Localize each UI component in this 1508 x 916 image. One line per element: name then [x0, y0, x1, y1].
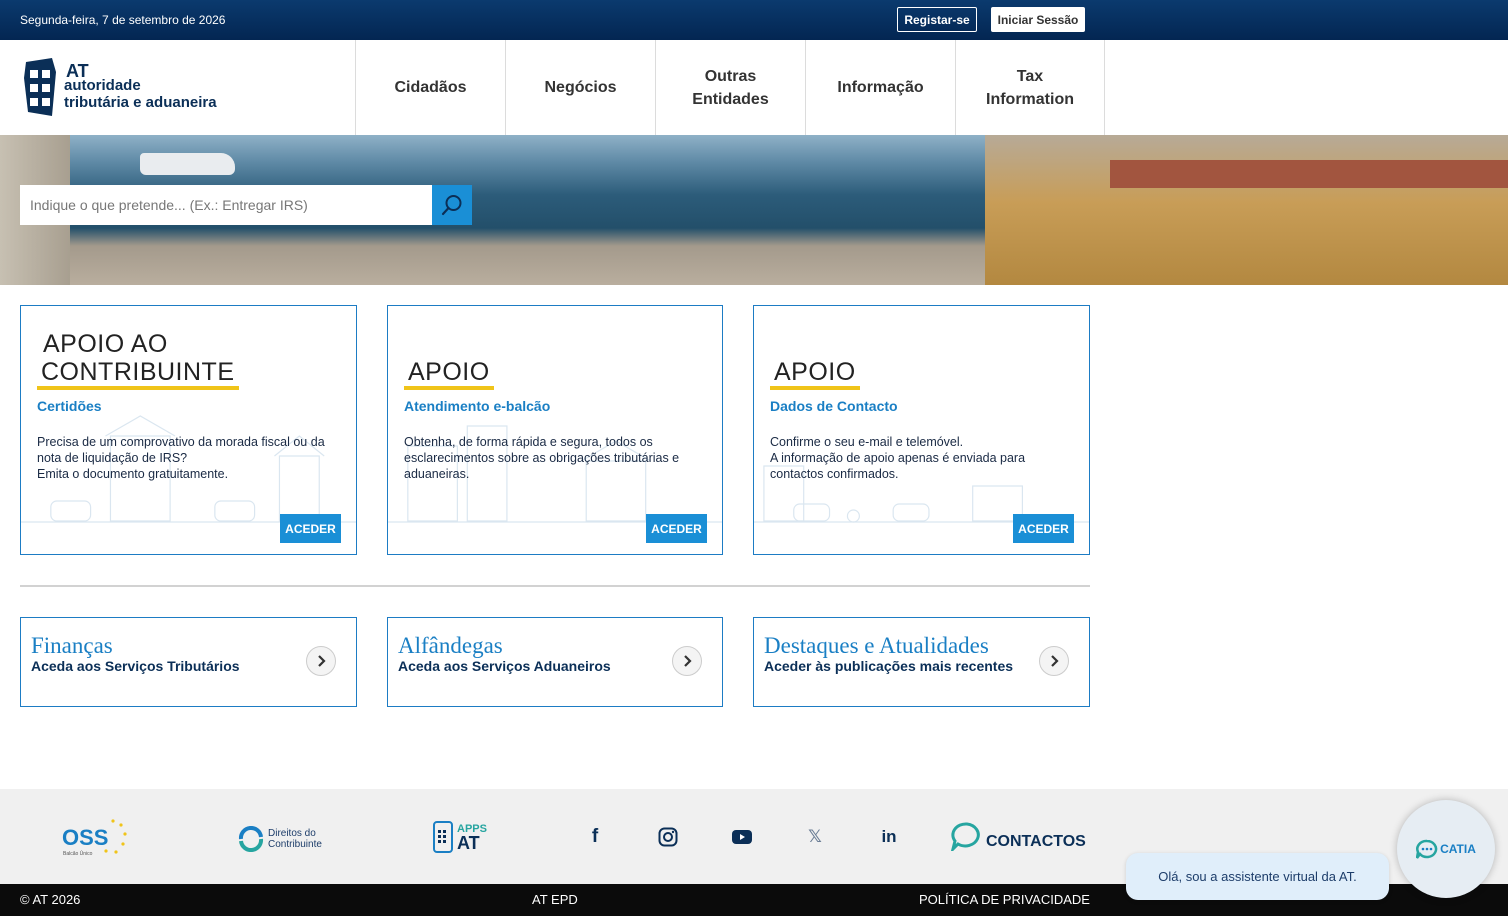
card-apoio-dados-contacto: APOIO Dados de Contacto Confirme o seu e… — [753, 305, 1090, 555]
chevron-right-icon[interactable] — [306, 646, 336, 676]
x-glyph: 𝕏 — [808, 827, 822, 847]
chevron-right-icon[interactable] — [672, 646, 702, 676]
phone-icon — [433, 821, 453, 853]
aceder-button[interactable]: ACEDER — [646, 514, 707, 543]
card-title-line1: APOIO — [404, 358, 494, 390]
top-bar: Segunda-feira, 7 de setembro de 2026 Reg… — [0, 0, 1508, 40]
link-box-title: Destaques e Atualidades — [764, 633, 989, 658]
facebook-icon[interactable]: f — [584, 826, 606, 848]
linkedin-glyph: in — [881, 827, 897, 846]
logo-text-line3: tributária e aduaneira — [64, 94, 217, 111]
current-date: Segunda-feira, 7 de setembro de 2026 — [20, 13, 226, 27]
direitos-icon — [238, 826, 264, 852]
card-title: APOIO AO CONTRIBUINTE — [37, 330, 239, 390]
nav-item-negocios[interactable]: Negócios — [505, 40, 655, 135]
hero-ferry — [140, 153, 235, 175]
card-title: APOIO — [404, 358, 494, 390]
link-box-title: Alfândegas — [398, 633, 503, 658]
card-title-line1: APOIO — [770, 358, 860, 390]
linkedin-icon[interactable]: in — [878, 826, 900, 848]
card-desc-line1: Confirme o seu e-mail e telemóvel. — [770, 435, 964, 449]
search-icon — [441, 195, 462, 216]
card-description: Confirme o seu e-mail e telemóvel. A inf… — [770, 434, 1080, 482]
direitos-contribuinte-logo[interactable]: Direitos do Contribuinte — [238, 826, 328, 852]
header: AT autoridade tributária e aduaneira Cid… — [0, 40, 1508, 135]
card-desc-line1: Precisa de um comprovativo da morada fis… — [37, 435, 325, 465]
section-divider — [20, 585, 1090, 587]
link-box-financas[interactable]: Finanças Aceda aos Serviços Tributários — [20, 617, 357, 707]
card-description: Precisa de um comprovativo da morada fis… — [37, 434, 347, 482]
hero-building-right — [985, 135, 1508, 285]
link-box-alfandegas[interactable]: Alfândegas Aceda aos Serviços Aduaneiros — [387, 617, 723, 707]
card-subtitle[interactable]: Atendimento e-balcão — [404, 398, 550, 414]
youtube-icon[interactable] — [731, 826, 753, 848]
card-description: Obtenha, de forma rápida e segura, todos… — [404, 434, 714, 482]
card-subtitle[interactable]: Certidões — [37, 398, 102, 414]
card-desc-line2: A informação de apoio apenas é enviada p… — [770, 451, 1026, 481]
link-box-subtitle: Aceder às publicações mais recentes — [764, 658, 1014, 674]
contactos-text: CONTACTOS — [986, 833, 1086, 850]
oss-logo[interactable]: OSS Balcão Único — [62, 818, 132, 858]
search-button[interactable] — [432, 185, 472, 225]
aceder-button[interactable]: ACEDER — [280, 514, 341, 543]
link-box-destaques[interactable]: Destaques e Atualidades Aceder às public… — [753, 617, 1090, 707]
chevron-right-icon[interactable] — [1039, 646, 1069, 676]
card-subtitle[interactable]: Dados de Contacto — [770, 398, 898, 414]
at-emblem-icon — [24, 58, 56, 116]
nav-item-informacao[interactable]: Informação — [805, 40, 955, 135]
chat-assistant-button[interactable]: CATIA — [1397, 800, 1495, 898]
oss-subtext: Balcão Único — [63, 851, 93, 857]
at-logo[interactable]: AT autoridade tributária e aduaneira — [22, 58, 242, 118]
nav-item-tax-information[interactable]: Tax Information — [955, 40, 1105, 135]
chat-greeting-bubble[interactable]: Olá, sou a assistente virtual da AT. — [1126, 853, 1389, 900]
login-button[interactable]: Iniciar Sessão — [991, 7, 1085, 32]
link-box-subtitle: Aceda aos Serviços Tributários — [31, 658, 240, 674]
eu-stars-icon — [104, 819, 127, 854]
nav-item-cidadaos[interactable]: Cidadãos — [355, 40, 505, 135]
facebook-glyph: f — [591, 826, 599, 847]
privacy-policy-link[interactable]: POLÍTICA DE PRIVACIDADE — [919, 892, 1090, 907]
chat-assistant-icon — [1416, 839, 1438, 859]
card-desc-line2: Emita o documento gratuitamente. — [37, 467, 229, 481]
nav-item-outras-entidades[interactable]: Outras Entidades — [655, 40, 805, 135]
card-apoio-ebalcao: APOIO Atendimento e-balcão Obtenha, de f… — [387, 305, 723, 555]
hero-roof — [1110, 160, 1508, 188]
search-input[interactable]: Indique o que pretende... (Ex.: Entregar… — [20, 185, 432, 225]
card-apoio-contribuinte: APOIO AO CONTRIBUINTE Certidões Precisa … — [20, 305, 357, 555]
aceder-button[interactable]: ACEDER — [1013, 514, 1074, 543]
at-epd-link[interactable]: AT EPD — [532, 892, 578, 907]
copyright-text: © AT 2026 — [20, 892, 81, 907]
contactos-logo[interactable]: CONTACTOS — [950, 821, 1086, 851]
logo-text-line2: autoridade — [64, 77, 141, 94]
register-button[interactable]: Registar-se — [897, 7, 977, 32]
x-icon[interactable]: 𝕏 — [804, 826, 826, 848]
direitos-text: Direitos do Contribuinte — [268, 828, 322, 850]
card-title: APOIO — [770, 358, 860, 390]
link-box-subtitle: Aceda aos Serviços Aduaneiros — [398, 658, 611, 674]
main-nav: Cidadãos Negócios Outras Entidades Infor… — [355, 40, 1105, 135]
apps-at-text: AT — [457, 833, 480, 853]
card-title-line2: CONTRIBUINTE — [37, 358, 239, 390]
link-box-title: Finanças — [31, 633, 113, 658]
apps-at-logo[interactable]: APPS AT — [432, 820, 487, 854]
instagram-icon[interactable] — [657, 826, 679, 848]
card-desc-line1: Obtenha, de forma rápida e segura, todos… — [404, 435, 680, 481]
chat-assistant-name: CATIA — [1440, 842, 1476, 856]
card-title-line1: APOIO AO — [43, 330, 168, 358]
chat-bubble-icon — [950, 822, 980, 851]
